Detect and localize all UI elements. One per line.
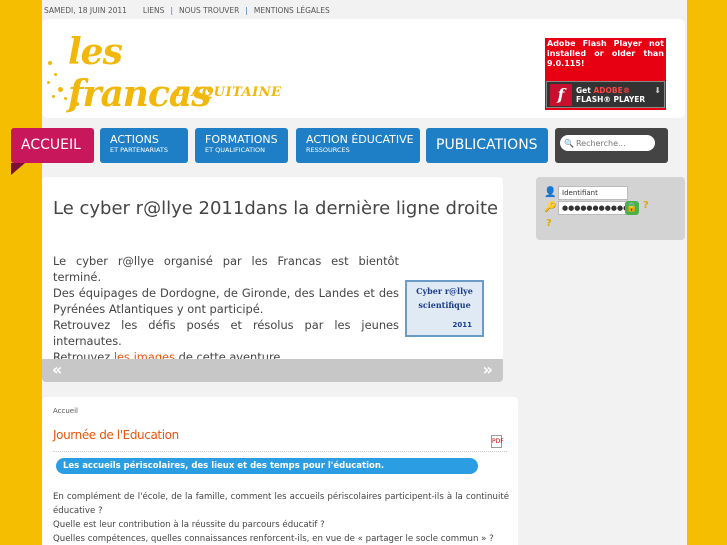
nav-action-educative[interactable]: ACTION ÉDUCATIVE RESSOURCES (296, 128, 420, 163)
lock-icon: 🔒 (626, 203, 638, 213)
login-button[interactable]: 🔒 (625, 201, 639, 215)
logo-dot (48, 61, 52, 65)
cyber-rallye-image[interactable]: Cyber r@llye scientifique 2011 (405, 280, 484, 337)
link-liens[interactable]: LIENS (143, 6, 165, 15)
site-header: les francas D'AQUITAINE Adobe Flash Play… (42, 19, 685, 118)
logo-dot (47, 81, 50, 84)
pdf-icon[interactable]: PDF (491, 435, 504, 448)
divider (53, 451, 507, 452)
article-paragraph: En complément de l'école, de la famille,… (53, 492, 509, 516)
left-yellow-border (0, 0, 42, 545)
image-line: scientifique (418, 300, 471, 310)
nav-label: FORMATIONS (205, 133, 278, 146)
link-mentions-legales[interactable]: MENTIONS LÉGALES (254, 6, 330, 15)
flash-adobe: ADOBE® (593, 85, 631, 95)
nav-label: PUBLICATIONS (436, 137, 538, 153)
search-input[interactable] (575, 138, 652, 148)
image-line: Cyber r@llye (416, 286, 473, 296)
user-icon: 👤 (544, 187, 557, 198)
logo-dot (64, 97, 67, 100)
next-slide-button[interactable]: » (483, 360, 493, 379)
get-flash-button[interactable]: f Get ADOBE® FLASH® PLAYER ⬇ (546, 81, 665, 108)
separator: | (245, 5, 248, 15)
search-icon: 🔍 (564, 138, 574, 148)
nav-publications[interactable]: PUBLICATIONS (426, 128, 548, 163)
article-body: En complément de l'école, de la famille,… (53, 490, 509, 545)
slider-controls: « » (42, 359, 503, 382)
breadcrumb[interactable]: Accueil (53, 407, 78, 415)
password-row: 🔑 (544, 201, 628, 215)
username-row: 👤 (544, 186, 628, 200)
logo-dot (54, 73, 57, 76)
download-arrow-icon: ⬇ (654, 86, 661, 95)
featured-line: Le cyber r@llye organisé par les Francas… (53, 254, 399, 284)
flash-badge-label: Get ADOBE® FLASH® PLAYER (576, 86, 645, 104)
nav-sublabel: RESSOURCES (306, 146, 350, 154)
flash-f-icon: f (550, 83, 572, 106)
logo-text: les francas (68, 31, 211, 115)
francas-logo[interactable]: les francas D'AQUITAINE (42, 25, 281, 115)
article-title[interactable]: Journée de l'Education (53, 428, 179, 442)
register-icon[interactable]: ? (546, 218, 552, 229)
nav-sublabel: ET QUALIFICATION (205, 146, 266, 154)
article: Accueil Journée de l'Education PDF Les a… (42, 397, 518, 545)
featured-slider: Le cyber r@llye 2011dans la dernière lig… (42, 177, 503, 382)
featured-title[interactable]: Le cyber r@llye 2011dans la dernière lig… (53, 198, 498, 219)
current-date: SAMEDI, 18 JUIN 2011 (44, 5, 127, 15)
article-paragraph: Quelles compétences, quelles connaissanc… (53, 534, 494, 544)
featured-text: Le cyber r@llye organisé par les Francas… (53, 253, 399, 365)
logo-subtitle: D'AQUITAINE (175, 85, 282, 100)
article-paragraph: Quelle est leur contribution à la réussi… (53, 520, 325, 530)
search-box: 🔍 (555, 128, 668, 163)
nav-actions[interactable]: ACTIONS ET PARTENARIATS (100, 128, 188, 163)
highlight-banner: Les accueils périscolaires, des lieux et… (56, 458, 478, 474)
nav-label: ACTIONS (110, 133, 159, 146)
password-input[interactable] (558, 201, 628, 215)
prev-slide-button[interactable]: « (52, 360, 62, 379)
nav-label: ACTION ÉDUCATIVE (306, 133, 414, 146)
nav-label: ACCUEIL (21, 137, 81, 153)
right-yellow-border (687, 0, 727, 545)
login-panel: 👤 🔑 🔒 ? ? (536, 177, 685, 240)
separator: | (170, 5, 173, 15)
image-year: 2011 (452, 321, 472, 329)
featured-line: Des équipages de Dordogne, de Gironde, d… (53, 286, 399, 316)
flash-player: FLASH® PLAYER (576, 94, 646, 104)
username-input[interactable] (558, 186, 628, 200)
search-field[interactable]: 🔍 (560, 135, 655, 151)
top-bar: SAMEDI, 18 JUIN 2011 LIENS | NOUS TROUVE… (44, 4, 330, 16)
featured-line: Retrouvez les défis posés et résolus par… (53, 318, 399, 348)
key-icon: 🔑 (544, 202, 557, 213)
logo-dot (52, 95, 55, 98)
nav-formations[interactable]: FORMATIONS ET QUALIFICATION (195, 128, 288, 163)
nav-accueil[interactable]: ACCUEIL (11, 128, 94, 175)
link-nous-trouver[interactable]: NOUS TROUVER (179, 6, 239, 15)
flash-warning: Adobe Flash Player not installed or olde… (545, 38, 666, 110)
flash-get: Get (576, 85, 594, 95)
flash-message: Adobe Flash Player not installed or olde… (547, 39, 664, 68)
help-icon[interactable]: ? (643, 200, 649, 211)
logo-dot (58, 87, 63, 92)
nav-sublabel: ET PARTENARIATS (110, 146, 168, 154)
